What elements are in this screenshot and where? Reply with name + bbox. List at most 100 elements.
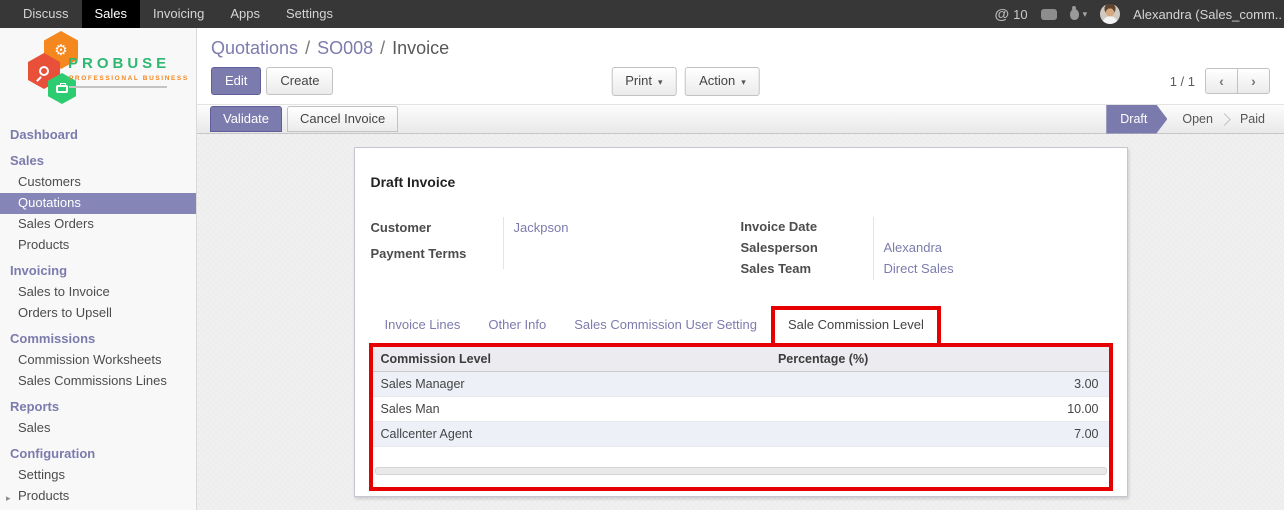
sidebar-item-sales-commissions-lines[interactable]: Sales Commissions Lines [0,371,196,392]
sidebar-header-reports[interactable]: Reports [0,396,196,418]
print-label: Print [625,73,652,88]
brand-tagline: PROFESSIONAL BUSINESS [69,75,189,82]
invoice-form-sheet: Draft Invoice Customer Jackpson Payment … [354,147,1128,497]
action-button-group: Print Action [611,67,760,96]
pager-next-button[interactable] [1237,68,1270,94]
validate-button[interactable]: Validate [210,106,282,132]
status-draft: Draft [1106,105,1167,134]
breadcrumb-quotations[interactable]: Quotations [211,38,298,59]
print-dropdown-button[interactable]: Print [611,67,676,96]
column-header-commission-level[interactable]: Commission Level [373,347,770,371]
cell-commission-level[interactable]: Sales Manager [373,371,770,396]
caret-down-icon [741,77,746,87]
breadcrumb-separator: / [380,38,385,59]
cell-percentage[interactable]: 10.00 [770,396,1109,421]
commission-level-table: Commission Level Percentage (%) Sales Ma… [373,347,1109,447]
table-row[interactable]: Sales Manager 3.00 [373,371,1109,396]
caret-down-icon [658,77,663,87]
status-steps: Draft Open Paid [1106,105,1280,134]
table-header-row: Commission Level Percentage (%) [373,347,1109,371]
sidebar-item-orders-to-upsell[interactable]: Orders to Upsell [0,303,196,324]
tab-invoice-lines[interactable]: Invoice Lines [371,306,475,343]
tab-sales-commission-user-setting[interactable]: Sales Commission User Setting [560,306,771,343]
notebook: Invoice Lines Other Info Sales Commissio… [355,306,1127,491]
cell-percentage[interactable]: 3.00 [770,371,1109,396]
menu-sales[interactable]: Sales [82,0,141,28]
invoice-date-value[interactable] [873,217,1111,238]
breadcrumb-separator: / [305,38,310,59]
tab-other-info[interactable]: Other Info [474,306,560,343]
control-panel: Quotations / SO008 / Invoice Edit Create… [197,28,1284,104]
payment-terms-value[interactable] [503,243,727,269]
sales-team-label: Sales Team [741,259,873,280]
customer-label: Customer [371,217,503,243]
brand-name: PROBUSE [68,55,170,72]
column-header-percentage[interactable]: Percentage (%) [770,347,1109,371]
sidebar-item-sales-to-invoice[interactable]: Sales to Invoice [0,282,196,303]
magnifier-icon [39,66,49,76]
action-dropdown-button[interactable]: Action [685,67,760,96]
user-avatar[interactable] [1100,4,1120,24]
at-icon: @ [995,6,1010,23]
tab-bar: Invoice Lines Other Info Sales Commissio… [355,306,1127,343]
sidebar-item-sales-report[interactable]: Sales [0,418,196,439]
sidebar-item-products[interactable]: Products [0,235,196,256]
status-paid[interactable]: Paid [1225,105,1280,134]
caret-down-icon [1083,9,1088,20]
menu-settings[interactable]: Settings [273,0,346,28]
sidebar-item-customers[interactable]: Customers [0,172,196,193]
top-menu: Discuss Sales Invoicing Apps Settings [0,0,346,28]
sidebar-item-sales-orders[interactable]: Sales Orders [0,214,196,235]
pager: 1 / 1 [1170,68,1270,94]
salesperson-value[interactable]: Alexandra [873,238,1111,259]
sidebar-item-quotations[interactable]: Quotations [0,193,196,214]
field-groups: Customer Jackpson Payment Terms Invoice … [371,217,1111,280]
sidebar-header-configuration[interactable]: Configuration [0,443,196,465]
invoice-date-label: Invoice Date [741,217,873,238]
sales-team-value[interactable]: Direct Sales [873,259,1111,280]
sidebar-header-commissions[interactable]: Commissions [0,328,196,350]
sidebar-item-commission-worksheets[interactable]: Commission Worksheets [0,350,196,371]
cell-commission-level[interactable]: Sales Man [373,396,770,421]
expand-arrow-icon[interactable] [6,490,11,506]
probuse-logo: PROBUSE PROFESSIONAL BUSINESS [0,28,196,120]
pager-buttons [1205,68,1270,94]
mentions-counter[interactable]: @ 10 [995,6,1028,23]
top-navbar: Discuss Sales Invoicing Apps Settings @ … [0,0,1284,28]
cell-percentage[interactable]: 7.00 [770,421,1109,446]
statusbar: Validate Cancel Invoice Draft Open Paid [197,104,1284,134]
breadcrumb-so008[interactable]: SO008 [317,38,373,59]
menu-discuss[interactable]: Discuss [10,0,82,28]
breadcrumb: Quotations / SO008 / Invoice [197,28,1284,61]
payment-terms-label: Payment Terms [371,243,503,269]
edit-button[interactable]: Edit [211,67,261,95]
sidebar-item-label: Products [18,488,69,503]
cancel-invoice-button[interactable]: Cancel Invoice [287,106,398,132]
table-row[interactable]: Sales Man 10.00 [373,396,1109,421]
messages-icon[interactable] [1041,9,1057,20]
sidebar-item-config-products[interactable]: Products [0,486,196,507]
field-group-right: Invoice Date Salesperson Alexandra Sales… [741,217,1111,280]
table-row[interactable]: Callcenter Agent 7.00 [373,421,1109,446]
mention-count: 10 [1013,7,1027,22]
customer-value[interactable]: Jackpson [503,217,727,243]
main-area: Quotations / SO008 / Invoice Edit Create… [197,28,1284,510]
cell-commission-level[interactable]: Callcenter Agent [373,421,770,446]
empty-list-space [373,447,1109,467]
menu-apps[interactable]: Apps [217,0,273,28]
briefcase-icon [56,85,68,93]
sidebar-header-invoicing[interactable]: Invoicing [0,260,196,282]
pager-previous-button[interactable] [1205,68,1238,94]
create-button[interactable]: Create [266,67,333,95]
breadcrumb-current: Invoice [392,38,449,59]
menu-invoicing[interactable]: Invoicing [140,0,217,28]
horizontal-scrollbar[interactable] [375,467,1107,475]
tab-sale-commission-level[interactable]: Sale Commission Level [771,306,941,343]
debug-menu[interactable] [1070,9,1088,20]
user-menu[interactable]: Alexandra (Sales_comm.. [1133,7,1282,22]
commission-level-table-highlight: Commission Level Percentage (%) Sales Ma… [369,343,1113,491]
sidebar-header-sales[interactable]: Sales [0,150,196,172]
sidebar-item-settings[interactable]: Settings [0,465,196,486]
sidebar-header-dashboard[interactable]: Dashboard [0,124,196,146]
action-label: Action [699,73,735,88]
